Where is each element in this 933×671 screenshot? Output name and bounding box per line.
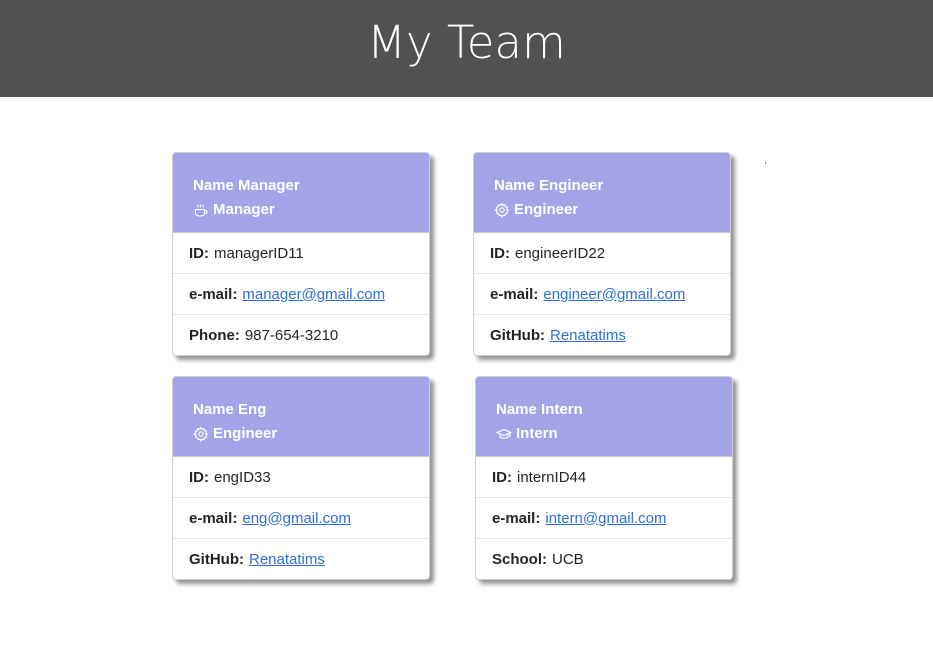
row-label: e-mail: — [189, 285, 238, 303]
row-label: ID: — [490, 244, 510, 262]
row-label: ID: — [189, 468, 209, 486]
gear-icon — [193, 426, 209, 442]
info-list: ID: engineerID22 e-mail: engineer@gmail.… — [474, 233, 730, 355]
role-label: Engineer — [514, 201, 579, 218]
info-list: ID: managerID11 e-mail: manager@gmail.co… — [173, 233, 429, 355]
employee-name: Name Eng — [193, 401, 267, 418]
info-row-id: ID: internID44 — [476, 457, 732, 498]
page-header: My Team — [0, 0, 933, 97]
row-value: UCB — [552, 551, 584, 568]
github-link[interactable]: Renatatims — [249, 551, 325, 568]
card-header: Name Manager Manager — [173, 153, 429, 233]
employee-role: Intern — [496, 425, 732, 443]
email-link[interactable]: eng@gmail.com — [242, 510, 351, 527]
team-card-manager: Name Manager Manager ID: managerID11 e-m… — [172, 152, 430, 356]
info-row-phone: Phone: 987-654-3210 — [173, 315, 429, 355]
info-row-email: e-mail: eng@gmail.com — [173, 498, 429, 539]
team-card-engineer: Name Engineer Engineer ID: engineerID22 … — [473, 152, 731, 356]
info-row-id: ID: engID33 — [173, 457, 429, 498]
info-row-school: School: UCB — [476, 539, 732, 579]
info-row-github: GitHub: Renatatims — [474, 315, 730, 355]
coffee-cup-icon — [193, 202, 209, 218]
row-label: GitHub: — [490, 327, 545, 344]
email-link[interactable]: engineer@gmail.com — [543, 286, 685, 303]
github-link[interactable]: Renatatims — [550, 327, 626, 344]
stray-mark: , — [764, 155, 767, 166]
row-label: e-mail: — [189, 509, 238, 527]
info-row-email: e-mail: manager@gmail.com — [173, 274, 429, 315]
info-row-email: e-mail: engineer@gmail.com — [474, 274, 730, 315]
graduation-cap-icon — [496, 426, 512, 442]
email-link[interactable]: intern@gmail.com — [545, 510, 666, 527]
email-link[interactable]: manager@gmail.com — [242, 286, 385, 303]
row-value: internID44 — [517, 468, 587, 486]
employee-name: Name Manager — [193, 177, 300, 194]
info-row-id: ID: engineerID22 — [474, 233, 730, 274]
row-label: School: — [492, 551, 547, 568]
row-value: engineerID22 — [515, 244, 606, 262]
card-header: Name Eng Engineer — [173, 377, 429, 457]
row-value: 987-654-3210 — [244, 327, 339, 344]
team-card-intern: Name Intern Intern ID: internID44 e-mail… — [475, 376, 733, 580]
info-list: ID: engID33 e-mail: eng@gmail.com GitHub… — [173, 457, 429, 579]
info-row-email: e-mail: intern@gmail.com — [476, 498, 732, 539]
role-label: Manager — [213, 201, 275, 218]
team-card-eng: Name Eng Engineer ID: engID33 e-mail: en… — [172, 376, 430, 580]
row-label: ID: — [189, 244, 209, 262]
row-label: Phone: — [189, 327, 240, 344]
row-label: e-mail: — [490, 285, 539, 303]
role-label: Intern — [516, 425, 558, 442]
role-label: Engineer — [213, 425, 278, 442]
employee-role: Engineer — [494, 201, 730, 219]
info-list: ID: internID44 e-mail: intern@gmail.com … — [476, 457, 732, 579]
gear-icon — [494, 202, 510, 218]
employee-name: Name Intern — [496, 401, 583, 418]
card-header: Name Intern Intern — [476, 377, 732, 457]
page-title: My Team — [367, 16, 566, 69]
card-header: Name Engineer Engineer — [474, 153, 730, 233]
row-label: GitHub: — [189, 551, 244, 568]
row-value: managerID11 — [214, 244, 304, 262]
row-label: ID: — [492, 468, 512, 486]
row-label: e-mail: — [492, 509, 541, 527]
employee-role: Manager — [193, 201, 429, 219]
info-row-github: GitHub: Renatatims — [173, 539, 429, 579]
info-row-id: ID: managerID11 — [173, 233, 429, 274]
employee-name: Name Engineer — [494, 177, 604, 194]
row-value: engID33 — [214, 468, 271, 486]
employee-role: Engineer — [193, 425, 429, 443]
